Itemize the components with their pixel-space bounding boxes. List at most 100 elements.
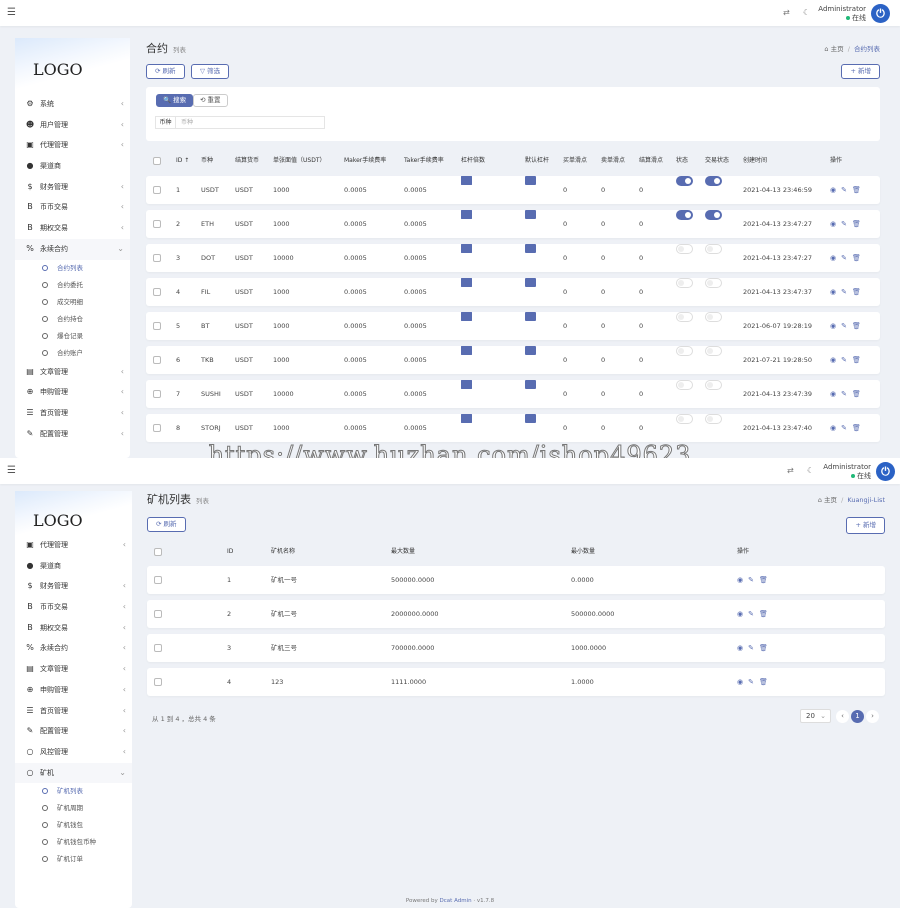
trash-icon[interactable]: 🗑 [759, 644, 768, 652]
sidebar-item[interactable]: B 期权交易 ‹ [15, 618, 132, 639]
row-checkbox[interactable] [154, 644, 162, 652]
menu-toggle-icon[interactable]: ☰ [7, 7, 16, 18]
trade-status-toggle[interactable] [705, 244, 722, 254]
sidebar-item[interactable]: ☰ 首页管理 ‹ [15, 403, 130, 424]
trash-icon[interactable]: 🗑 [852, 254, 861, 262]
trash-icon[interactable]: 🗑 [852, 424, 861, 432]
translate-icon[interactable]: ⇄ [787, 466, 794, 475]
avatar[interactable]: ⏻ [871, 4, 890, 23]
sidebar-item[interactable]: ⊕ 申购管理 ‹ [15, 382, 130, 403]
view-icon[interactable]: ◉ [830, 424, 836, 432]
status-toggle[interactable] [676, 380, 693, 390]
edit-icon[interactable]: ✎ [841, 424, 847, 432]
sidebar-subitem[interactable]: 合约列表 [15, 260, 130, 277]
sidebar-item[interactable]: ☰ 首页管理 ‹ [15, 701, 132, 722]
sidebar-item[interactable]: ✎ 配置管理 ‹ [15, 721, 132, 742]
dark-mode-icon[interactable]: ☾ [803, 8, 810, 17]
sidebar-item[interactable]: ☻ 用户管理 ‹ [15, 115, 130, 136]
trash-icon[interactable]: 🗑 [852, 220, 861, 228]
sidebar-subitem[interactable]: 矿机钱包 [15, 817, 132, 834]
status-toggle[interactable] [676, 312, 693, 322]
sidebar-subitem[interactable]: 矿机钱包币种 [15, 834, 132, 851]
edit-icon[interactable]: ✎ [841, 254, 847, 262]
sidebar-item[interactable]: % 永续合约 ⌄ [15, 238, 130, 260]
trade-status-toggle[interactable] [705, 210, 722, 220]
status-toggle[interactable] [676, 210, 693, 220]
trade-status-toggle[interactable] [705, 414, 722, 424]
user-info[interactable]: Administrator 在线 [823, 463, 871, 481]
sidebar-item[interactable]: $ 财务管理 ‹ [15, 177, 130, 198]
row-checkbox[interactable] [154, 678, 162, 686]
sidebar-item[interactable]: ● 渠道商 [15, 556, 132, 577]
sidebar-subitem[interactable]: 矿机列表 [15, 783, 132, 800]
view-icon[interactable]: ◉ [830, 322, 836, 330]
column-header[interactable]: ID ↑ [176, 152, 189, 170]
refresh-button[interactable]: ⟳ 刷新 [146, 64, 185, 79]
dark-mode-icon[interactable]: ☾ [807, 466, 814, 475]
trash-icon[interactable]: 🗑 [852, 356, 861, 364]
per-page-select[interactable]: 20 ⌄ [800, 709, 831, 723]
sidebar-item[interactable]: ⚙ 系统 ‹ [15, 94, 130, 115]
sidebar-subitem[interactable]: 成交明细 [15, 294, 130, 311]
view-icon[interactable]: ◉ [830, 356, 836, 364]
breadcrumb-home[interactable]: 主页 [831, 45, 844, 53]
row-checkbox[interactable] [153, 424, 161, 432]
view-icon[interactable]: ◉ [830, 288, 836, 296]
sidebar-item[interactable]: ▤ 文章管理 ‹ [15, 362, 130, 383]
sidebar-item[interactable]: $ 财务管理 ‹ [15, 576, 132, 597]
sidebar-item[interactable]: ▣ 代理管理 ‹ [15, 135, 130, 156]
translate-icon[interactable]: ⇄ [783, 8, 790, 17]
view-icon[interactable]: ◉ [830, 390, 836, 398]
refresh-button[interactable]: ⟳ 刷新 [147, 517, 186, 532]
select-all-checkbox[interactable] [153, 157, 161, 165]
row-checkbox[interactable] [154, 576, 162, 584]
status-toggle[interactable] [676, 244, 693, 254]
menu-toggle-icon[interactable]: ☰ [7, 465, 16, 476]
sidebar-subitem[interactable]: 矿机订单 [15, 851, 132, 868]
add-button[interactable]: + 新增 [841, 64, 880, 79]
trade-status-toggle[interactable] [705, 312, 722, 322]
avatar[interactable]: ⏻ [876, 462, 895, 481]
row-checkbox[interactable] [153, 390, 161, 398]
trash-icon[interactable]: 🗑 [852, 186, 861, 194]
trash-icon[interactable]: 🗑 [852, 322, 861, 330]
sidebar-item[interactable]: B 币币交易 ‹ [15, 597, 132, 618]
edit-icon[interactable]: ✎ [748, 678, 754, 686]
view-icon[interactable]: ◉ [830, 186, 836, 194]
trade-status-toggle[interactable] [705, 380, 722, 390]
page-prev-button[interactable]: ‹ [836, 710, 849, 723]
row-checkbox[interactable] [153, 254, 161, 262]
view-icon[interactable]: ◉ [830, 254, 836, 262]
row-checkbox[interactable] [153, 288, 161, 296]
page-next-button[interactable]: › [866, 710, 879, 723]
view-icon[interactable]: ◉ [737, 678, 743, 686]
filter-button[interactable]: ▽ 筛选 [191, 64, 230, 79]
sidebar-item[interactable]: ✎ 配置管理 ‹ [15, 424, 130, 445]
row-checkbox[interactable] [153, 322, 161, 330]
sidebar-subitem[interactable]: 合约账户 [15, 345, 130, 362]
trade-status-toggle[interactable] [705, 176, 722, 186]
add-button[interactable]: + 新增 [846, 517, 885, 534]
trade-status-toggle[interactable] [705, 346, 722, 356]
status-toggle[interactable] [676, 346, 693, 356]
select-all-checkbox[interactable] [154, 548, 162, 556]
row-checkbox[interactable] [154, 610, 162, 618]
powered-link[interactable]: Dcat Admin [440, 898, 472, 904]
edit-icon[interactable]: ✎ [841, 322, 847, 330]
user-info[interactable]: Administrator 在线 [818, 5, 866, 23]
status-toggle[interactable] [676, 176, 693, 186]
trash-icon[interactable]: 🗑 [759, 678, 768, 686]
sidebar-item[interactable]: ○ 风控管理 ‹ [15, 742, 132, 763]
trash-icon[interactable]: 🗑 [852, 390, 861, 398]
breadcrumb-home[interactable]: 主页 [824, 496, 837, 504]
sidebar-subitem[interactable]: 爆仓记录 [15, 328, 130, 345]
row-checkbox[interactable] [153, 220, 161, 228]
view-icon[interactable]: ◉ [737, 576, 743, 584]
sidebar-subitem[interactable]: 合约持仓 [15, 311, 130, 328]
logo[interactable]: LOGO [33, 511, 83, 530]
status-toggle[interactable] [676, 278, 693, 288]
sidebar-item[interactable]: ⊕ 申购管理 ‹ [15, 680, 132, 701]
sidebar-item[interactable]: % 永续合约 ‹ [15, 638, 132, 659]
sidebar-item[interactable]: B 期权交易 ‹ [15, 218, 130, 239]
status-toggle[interactable] [676, 414, 693, 424]
